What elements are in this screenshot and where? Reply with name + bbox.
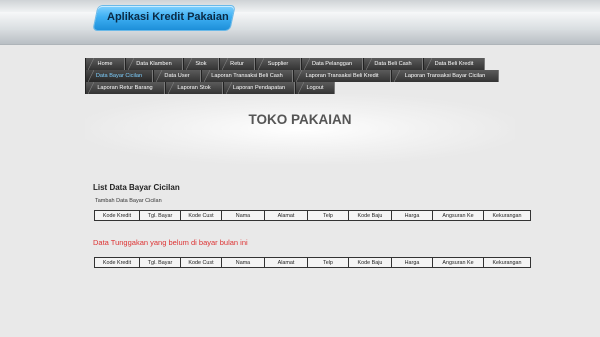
nav-item-data-beli-cash[interactable]: Data Beli Cash xyxy=(363,58,423,70)
arrears-warning: Data Tunggakan yang belum di bayar bulan… xyxy=(93,238,248,247)
nav-item-data-user[interactable]: Data User xyxy=(153,70,201,82)
nav-item-logout[interactable]: Logout xyxy=(295,82,335,94)
installment-table: Kode Kredit Tgl. Bayar Kode Cust Nama Alamat… xyxy=(94,210,531,221)
column-header-kode-baju: Kode Baju xyxy=(348,210,392,221)
nav-row: Home Data Klamben Stok Retur Supplier Data Pe… xyxy=(85,58,505,70)
column-header-harga: Harga xyxy=(391,210,433,221)
add-payment-link[interactable]: Tambah Data Bayar Cicilan xyxy=(95,198,162,204)
column-header-harga: Harga xyxy=(391,257,433,268)
nav-item-laporan-stok[interactable]: Laporan Stok xyxy=(165,82,223,94)
column-header-kode-kredit: Kode Kredit xyxy=(94,257,140,268)
column-header-angsuran-ke: Angsuran Ke xyxy=(432,210,484,221)
header-bar xyxy=(0,0,600,45)
nav-item-retur[interactable]: Retur xyxy=(219,58,255,70)
nav-item-home[interactable]: Home xyxy=(85,58,125,70)
nav-item-data-klamben[interactable]: Data Klamben xyxy=(125,58,183,70)
nav-item-data-beli-kredit[interactable]: Data Beli Kredit xyxy=(423,58,485,70)
nav-item-laporan-pendapatan[interactable]: Laporan Pendapatan xyxy=(223,82,295,94)
nav-item-stok[interactable]: Stok xyxy=(183,58,219,70)
column-header-kekurangan: Kekurangan xyxy=(483,257,531,268)
nav-item-supplier[interactable]: Supplier xyxy=(255,58,301,70)
column-header-alamat: Alamat xyxy=(264,210,308,221)
column-header-kode-baju: Kode Baju xyxy=(348,257,392,268)
column-header-tgl-bayar: Tgl. Bayar xyxy=(139,210,181,221)
main-nav: Home Data Klamben Stok Retur Supplier Data Pe… xyxy=(85,58,505,94)
table-header-row: Kode Kredit Tgl. Bayar Kode Cust Nama Alamat… xyxy=(94,257,531,268)
nav-item-data-bayar-cicilan[interactable]: Data Bayar Cicilan xyxy=(85,70,153,82)
nav-row: Data Bayar Cicilan Data User Laporan Trans… xyxy=(85,70,505,82)
column-header-alamat: Alamat xyxy=(264,257,308,268)
nav-item-laporan-transaksi-beli-cash[interactable]: Laporan Transaksi Beli Cash xyxy=(201,70,293,82)
nav-item-laporan-retur-barang[interactable]: Laporan Retur Barang xyxy=(85,82,165,94)
column-header-nama: Nama xyxy=(221,257,265,268)
column-header-telp: Telp xyxy=(307,257,349,268)
section-title: List Data Bayar Cicilan xyxy=(93,183,180,192)
nav-row: Laporan Retur Barang Laporan Stok Laporan … xyxy=(85,82,505,94)
column-header-nama: Nama xyxy=(221,210,265,221)
app-title: Aplikasi Kredit Pakaian xyxy=(107,11,229,23)
column-header-tgl-bayar: Tgl. Bayar xyxy=(139,257,181,268)
column-header-kode-cust: Kode Cust xyxy=(180,210,222,221)
column-header-kekurangan: Kekurangan xyxy=(483,210,531,221)
hero-banner: TOKO PAKAIAN xyxy=(85,94,515,164)
column-header-telp: Telp xyxy=(307,210,349,221)
nav-item-laporan-transaksi-bayar-cicilan[interactable]: Laporan Transaksi Bayar Cicilan xyxy=(391,70,499,82)
nav-item-data-pelanggan[interactable]: Data Pelanggan xyxy=(301,58,363,70)
column-header-kode-cust: Kode Cust xyxy=(180,257,222,268)
header-highlight xyxy=(0,12,600,30)
arrears-table: Kode Kredit Tgl. Bayar Kode Cust Nama Alamat… xyxy=(94,257,531,268)
column-header-kode-kredit: Kode Kredit xyxy=(94,210,140,221)
column-header-angsuran-ke: Angsuran Ke xyxy=(432,257,484,268)
table-header-row: Kode Kredit Tgl. Bayar Kode Cust Nama Alamat… xyxy=(94,210,531,221)
nav-item-laporan-transaksi-beli-kredit[interactable]: Laporan Transaksi Beli Kredit xyxy=(293,70,391,82)
store-title: TOKO PAKAIAN xyxy=(248,112,352,127)
